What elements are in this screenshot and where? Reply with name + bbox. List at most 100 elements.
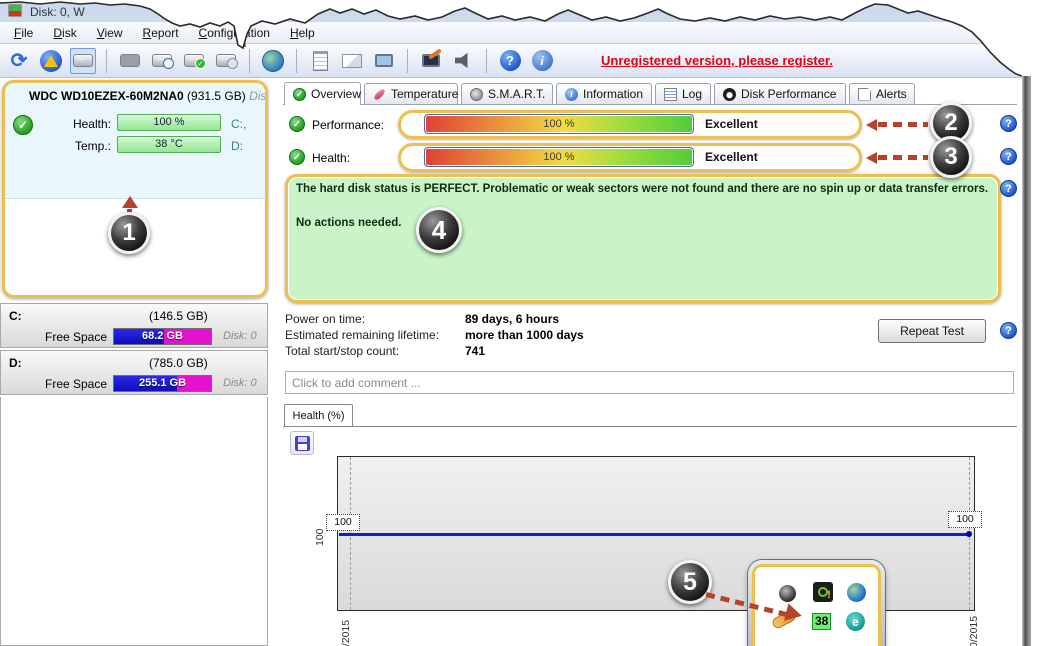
health-label: Health: xyxy=(63,117,111,131)
health-gauge-bar: 100 % xyxy=(424,147,694,167)
menu-help[interactable]: Help xyxy=(280,23,325,43)
disk-summary-panel[interactable]: WDC WD10EZEX-60M2NA0 (931.5 GB) Disk ✓ H… xyxy=(2,80,268,298)
power-on-value: 89 days, 6 hours xyxy=(465,312,559,326)
tab-smart[interactable]: S.M.A.R.T. xyxy=(461,83,553,104)
partition-name: C: xyxy=(9,309,22,323)
partition-name: D: xyxy=(9,356,22,370)
tab-log[interactable]: Log xyxy=(655,83,711,104)
refresh-icon[interactable]: ⟳ xyxy=(6,48,32,74)
x-axis-tick-label-right: 0/2015 xyxy=(968,616,980,646)
status-help-icon[interactable]: ? xyxy=(1000,180,1017,197)
disk-search-icon[interactable] xyxy=(213,48,239,74)
callout-3-arrowhead xyxy=(866,152,877,164)
menu-view[interactable]: View xyxy=(87,23,133,43)
idm-globe-tray-icon xyxy=(847,583,866,602)
line-end-point xyxy=(966,531,972,537)
disk-temp-bar: 38 °C xyxy=(117,136,221,153)
performance-rating: Excellent xyxy=(705,117,758,131)
startstop-value: 741 xyxy=(465,344,485,358)
free-space-label: Free Space xyxy=(45,330,107,344)
register-notice[interactable]: Unregistered version, please register. xyxy=(601,53,833,68)
comment-input[interactable] xyxy=(285,371,1014,394)
page-margin xyxy=(1031,0,1039,646)
callout-3-arrow xyxy=(878,155,928,160)
disk-overview-icon[interactable] xyxy=(70,48,96,74)
health-rating: Excellent xyxy=(705,150,758,164)
tab-disk-performance[interactable]: Disk Performance xyxy=(714,83,846,104)
spybot-tray-icon xyxy=(779,585,796,602)
app-window: File Disk View Report Configuration Help… xyxy=(0,0,1039,646)
partition-d-row[interactable]: D: (785.0 GB) Free Space 255.1 GB Disk: … xyxy=(0,350,268,395)
x-axis-tick-label-left: 9/2015 xyxy=(340,620,352,646)
partition-capacity: (146.5 GB) xyxy=(149,309,208,323)
computer-settings-icon[interactable] xyxy=(418,48,444,74)
toolbar: ⟳ ✓ ? i Unregistered version, please reg… xyxy=(0,44,1022,78)
y-axis-tick-label: 100 xyxy=(314,528,326,546)
partition-disk-index: Disk: 0 xyxy=(223,330,257,342)
tab-overview[interactable]: ✓ Overview xyxy=(284,82,361,105)
callout-2-arrow xyxy=(878,122,928,127)
callout-1: 1 xyxy=(108,212,150,254)
health-label: Health: xyxy=(312,151,350,165)
callout-3: 3 xyxy=(930,136,972,178)
volume-c-label: C:, xyxy=(231,117,246,131)
toolbar-separator xyxy=(296,49,297,73)
information-icon: i xyxy=(565,88,578,101)
alert-status-icon[interactable] xyxy=(38,48,64,74)
disk-accept-icon[interactable]: ✓ xyxy=(181,48,207,74)
graph-tab-health[interactable]: Health (%) xyxy=(284,404,353,427)
menu-configuration[interactable]: Configuration xyxy=(189,23,280,43)
report-clipboard-icon[interactable] xyxy=(307,48,333,74)
mail-send-icon[interactable] xyxy=(339,48,365,74)
repeat-test-help-icon[interactable]: ? xyxy=(1000,322,1017,339)
tab-alerts[interactable]: Alerts xyxy=(849,83,915,104)
tab-temperature[interactable]: Temperature xyxy=(364,83,458,104)
accept-icon: ✓ xyxy=(293,88,306,101)
partition-c-row[interactable]: C: (146.5 GB) Free Space 68.2 GB Disk: 0 xyxy=(0,303,268,348)
menu-report[interactable]: Report xyxy=(133,23,189,43)
startstop-label: Total start/stop count: xyxy=(285,344,399,358)
disk-list-empty-area xyxy=(0,397,268,646)
repeat-test-button[interactable]: Repeat Test xyxy=(878,319,986,343)
eset-tray-icon: e xyxy=(846,612,865,631)
nvidia-alert-tray-icon: ! xyxy=(813,582,833,602)
window-right-border xyxy=(1022,40,1031,646)
health-ok-icon: ✓ xyxy=(289,149,305,165)
disk-ok-icon: ✓ xyxy=(13,115,33,135)
callout-2-arrowhead xyxy=(866,119,877,131)
help-icon[interactable]: ? xyxy=(497,48,523,74)
health-line-series xyxy=(339,533,971,536)
menu-disk[interactable]: Disk xyxy=(43,23,86,43)
window-title: Disk: 0, W xyxy=(30,5,85,19)
floppy-save-icon xyxy=(295,436,310,451)
menu-file[interactable]: File xyxy=(4,23,43,43)
callout-1-arrowhead xyxy=(122,196,138,208)
health-help-icon[interactable]: ? xyxy=(1000,148,1017,165)
free-space-label: Free Space xyxy=(45,377,107,391)
performance-gauge-icon xyxy=(723,88,736,101)
status-action-text: No actions needed. xyxy=(296,217,401,229)
performance-help-icon[interactable]: ? xyxy=(1000,115,1017,132)
lifetime-label: Estimated remaining lifetime: xyxy=(285,328,439,342)
power-on-label: Power on time: xyxy=(285,312,365,326)
toolbar-separator xyxy=(106,49,107,73)
tab-information[interactable]: i Information xyxy=(556,83,652,104)
tab-strip-baseline xyxy=(283,104,1017,105)
world-online-icon[interactable] xyxy=(260,48,286,74)
information-icon[interactable]: i xyxy=(529,48,555,74)
lifetime-value: more than 1000 days xyxy=(465,328,584,342)
partition-disk-index: Disk: 0 xyxy=(223,377,257,389)
disk-capacity: (931.5 GB) xyxy=(187,89,246,103)
status-text: The hard disk status is PERFECT. Problem… xyxy=(296,183,996,195)
temp-label: Temp.: xyxy=(63,139,111,153)
disk-health-bar: 100 % xyxy=(117,114,221,131)
network-remote-icon[interactable] xyxy=(371,48,397,74)
disk-clock-test-icon[interactable] xyxy=(149,48,175,74)
volume-d-label: D: xyxy=(231,139,243,153)
performance-label: Performance: xyxy=(312,118,384,132)
save-graph-button[interactable] xyxy=(290,431,314,455)
sounds-icon[interactable] xyxy=(450,48,476,74)
callout-5: 5 xyxy=(668,560,712,604)
toolbar-separator xyxy=(249,49,250,73)
disk-status-box: The hard disk status is PERFECT. Problem… xyxy=(285,174,1001,303)
